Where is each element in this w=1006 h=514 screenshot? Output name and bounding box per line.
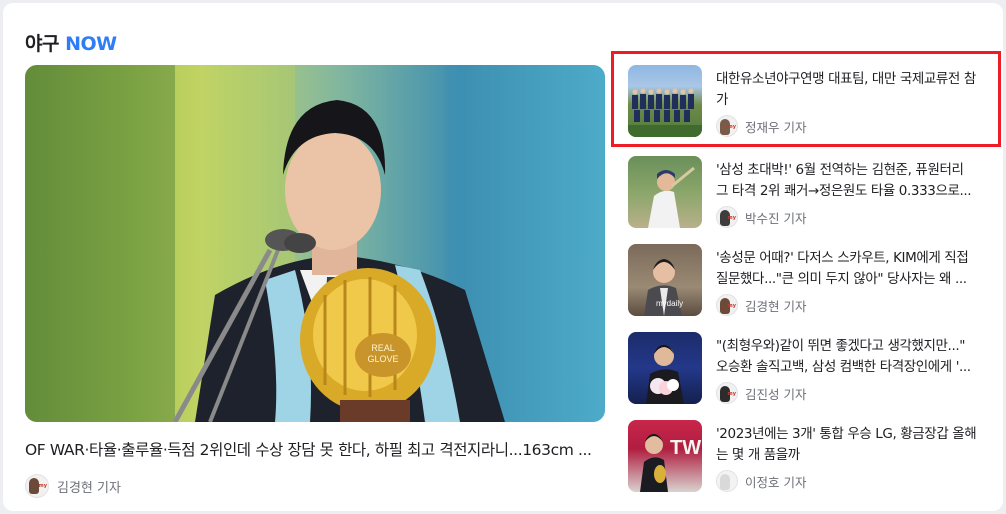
- side-article-thumbnail[interactable]: [628, 332, 702, 404]
- side-article-reporter: 김경현 기자: [745, 298, 807, 314]
- reporter-avatar: my: [716, 294, 738, 316]
- svg-text:REAL: REAL: [371, 343, 395, 353]
- side-article-reporter: 이정호 기자: [745, 474, 807, 490]
- side-article-reporter: 김진성 기자: [745, 386, 807, 402]
- side-article-title[interactable]: "(최형우와)같이 뛰면 좋겠다고 생각했지만..." 오승환 솔직고백, 삼성…: [716, 336, 978, 378]
- section-title-prefix: 야구: [25, 33, 59, 55]
- side-article-item[interactable]: TW '2023년에는 3개' 통합 우승 LG, 황금장갑 올해는 몇 개 품…: [628, 420, 988, 494]
- reporter-avatar: my: [25, 474, 49, 498]
- section-title-accent: NOW: [65, 33, 117, 55]
- side-article-byline: my 김경현 기자: [716, 294, 806, 316]
- side-article-title[interactable]: '삼성 초대박!' 6월 전역하는 김현준, 퓨원터리 그 타격 2위 쾌거→정…: [716, 160, 978, 202]
- side-article-thumbnail[interactable]: TW: [628, 420, 702, 492]
- side-article-byline: my 정재우 기자: [716, 115, 806, 137]
- svg-text:GLOVE: GLOVE: [367, 354, 398, 364]
- side-article-thumbnail[interactable]: [628, 156, 702, 228]
- side-article-title[interactable]: '송성문 어때?' 다저스 스카우트, KIM에게 직접 질문했다..."큰 의…: [716, 248, 978, 290]
- main-article-byline: my 김경현 기자: [25, 474, 605, 498]
- side-article-byline: my 김진성 기자: [716, 382, 806, 404]
- main-article[interactable]: REAL GLOVE OF WAR·타율·출루율·득점 2위인데 수상 장담 못…: [25, 65, 605, 498]
- side-article-title[interactable]: '2023년에는 3개' 통합 우승 LG, 황금장갑 올해는 몇 개 품을까: [716, 424, 978, 466]
- main-article-image[interactable]: REAL GLOVE: [25, 65, 605, 422]
- side-article-thumbnail[interactable]: [628, 65, 702, 137]
- side-article-item[interactable]: 대한유소년야구연맹 대표팀, 대만 국제교류전 참가 my 정재우 기자: [628, 65, 988, 139]
- side-article-thumbnail[interactable]: mydaily: [628, 244, 702, 316]
- main-article-title[interactable]: OF WAR·타율·출루율·득점 2위인데 수상 장담 못 한다, 하필 최고 …: [25, 438, 605, 460]
- reporter-avatar: [716, 470, 738, 492]
- side-article-reporter: 정재우 기자: [745, 119, 807, 135]
- main-article-reporter: 김경현 기자: [57, 480, 121, 496]
- svg-text:mydaily: mydaily: [656, 299, 683, 308]
- side-article-title[interactable]: 대한유소년야구연맹 대표팀, 대만 국제교류전 참가: [716, 69, 978, 111]
- reporter-avatar: my: [716, 115, 738, 137]
- side-article-reporter: 박수진 기자: [745, 210, 807, 226]
- side-article-item[interactable]: "(최형우와)같이 뛰면 좋겠다고 생각했지만..." 오승환 솔직고백, 삼성…: [628, 332, 988, 406]
- baseball-news-card: 야구 NOW REAL GLOVE OF WAR·타율·출루율·득점 2위인데 …: [3, 3, 1003, 511]
- side-article-byline: 이정호 기자: [716, 470, 806, 492]
- section-title: 야구 NOW: [25, 29, 117, 56]
- side-article-item[interactable]: '삼성 초대박!' 6월 전역하는 김현준, 퓨원터리 그 타격 2위 쾌거→정…: [628, 156, 988, 230]
- reporter-avatar: my: [716, 206, 738, 228]
- reporter-avatar: my: [716, 382, 738, 404]
- side-article-item[interactable]: mydaily '송성문 어때?' 다저스 스카우트, KIM에게 직접 질문했…: [628, 244, 988, 318]
- side-article-byline: my 박수진 기자: [716, 206, 806, 228]
- svg-text:TW: TW: [670, 437, 701, 459]
